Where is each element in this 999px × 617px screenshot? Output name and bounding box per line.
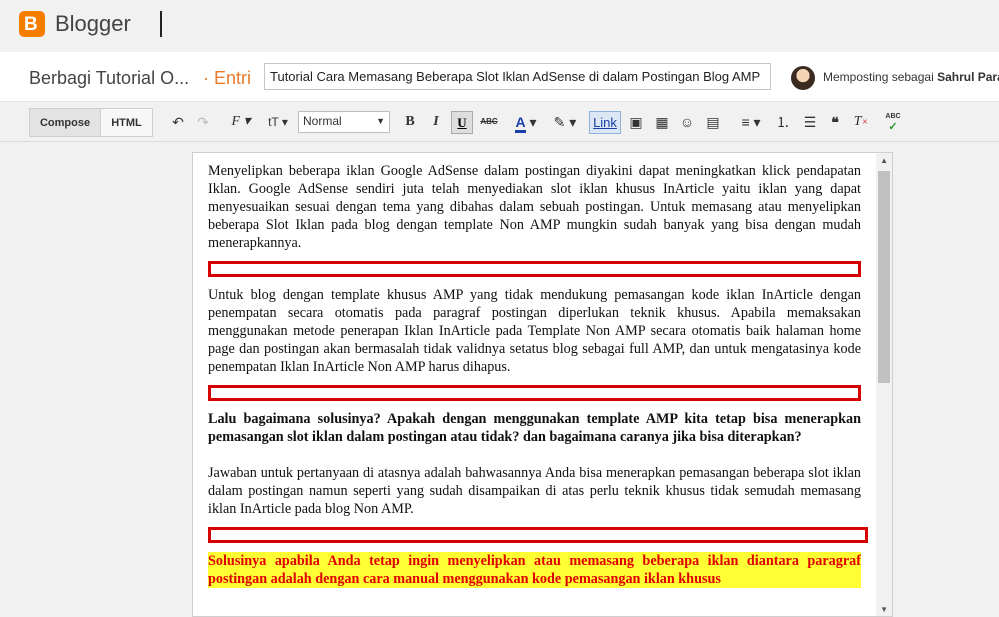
text-color-icon[interactable]: A ▾ — [511, 112, 541, 133]
font-family-icon[interactable]: F ▾ — [227, 112, 255, 132]
paragraph: Menyelipkan beberapa iklan Google AdSens… — [208, 163, 861, 251]
scroll-down-icon[interactable]: ▼ — [880, 605, 888, 614]
divider — [160, 11, 162, 37]
underline-button[interactable]: U — [451, 111, 473, 134]
align-icon[interactable]: ≡ ▾ — [736, 112, 766, 132]
post-header: Berbagi Tutorial O... · Entri Memposting… — [0, 52, 999, 102]
editor-toolbar: Compose HTML ↶ ↷ F ▾ tT ▾ Normal ▼ B I U … — [0, 102, 999, 142]
font-size-icon[interactable]: tT ▾ — [262, 112, 294, 132]
scrollbar[interactable]: ▲ ▼ — [876, 153, 892, 616]
quote-icon[interactable]: ❝ — [826, 112, 844, 132]
paragraph-bold: Lalu bagaimana solusinya? Apakah dengan … — [208, 411, 861, 445]
posting-as: Memposting sebagai Sahrul Para — [823, 70, 999, 84]
blogger-logo-icon[interactable]: B — [19, 11, 45, 37]
bullet-list-icon[interactable]: ☰ — [800, 112, 820, 132]
top-bar: B Blogger — [0, 0, 999, 52]
heading-select-value: Normal — [303, 114, 342, 128]
post-content[interactable]: Menyelipkan beberapa iklan Google AdSens… — [208, 162, 868, 588]
heading-select[interactable]: Normal ▼ — [298, 111, 390, 133]
video-icon[interactable]: ▦ — [652, 112, 672, 132]
italic-button[interactable]: I — [428, 112, 444, 132]
ad-slot-box — [208, 527, 868, 543]
paragraph: Untuk blog dengan template khusus AMP ya… — [208, 287, 861, 375]
undo-icon[interactable]: ↶ — [170, 112, 186, 132]
breadcrumb-separator: · — [203, 68, 209, 88]
spellcheck-icon[interactable]: ABC ✓ — [883, 112, 903, 133]
entry-label: · Entri — [203, 68, 251, 89]
bold-button[interactable]: B — [402, 112, 418, 132]
highlight-color-icon[interactable]: ✎ ▾ — [550, 112, 580, 132]
avatar[interactable] — [791, 66, 815, 90]
paragraph: Jawaban untuk pertanyaan di atasnya adal… — [208, 465, 861, 517]
font-family-label: F — [231, 114, 241, 129]
app-name[interactable]: Blogger — [55, 11, 131, 37]
editor-area[interactable]: Menyelipkan beberapa iklan Google AdSens… — [192, 152, 893, 617]
emoji-icon[interactable]: ☺ — [678, 112, 696, 132]
scroll-thumb[interactable] — [878, 171, 890, 383]
image-icon[interactable]: ▣ — [626, 112, 646, 132]
paragraph-highlighted: Solusinya apabila Anda tetap ingin menye… — [208, 552, 861, 588]
post-title-input[interactable] — [264, 63, 771, 90]
ad-slot-box — [208, 261, 861, 277]
scroll-up-icon[interactable]: ▲ — [880, 156, 888, 165]
chevron-down-icon: ▼ — [376, 116, 385, 126]
numbered-list-icon[interactable]: ⒈ — [773, 112, 793, 132]
jump-break-icon[interactable]: ▤ — [704, 112, 722, 132]
spellcheck-label: ABC — [885, 113, 901, 120]
html-button[interactable]: HTML — [100, 108, 153, 137]
entry-text: Entri — [214, 68, 252, 88]
text-color-label: A — [515, 114, 526, 133]
ad-slot-box — [208, 385, 861, 401]
redo-icon[interactable]: ↷ — [195, 112, 211, 132]
strikethrough-button[interactable]: ABC — [479, 112, 499, 132]
blog-name[interactable]: Berbagi Tutorial O... — [29, 68, 189, 89]
user-name: Sahrul Para — [937, 70, 999, 84]
remove-format-icon[interactable]: T× — [852, 112, 870, 132]
logo-letter: B — [24, 14, 38, 35]
compose-button[interactable]: Compose — [29, 108, 101, 137]
posting-as-label: Memposting sebagai — [823, 70, 934, 84]
link-button[interactable]: Link — [589, 111, 621, 134]
font-size-icon-label: tT — [268, 115, 279, 129]
